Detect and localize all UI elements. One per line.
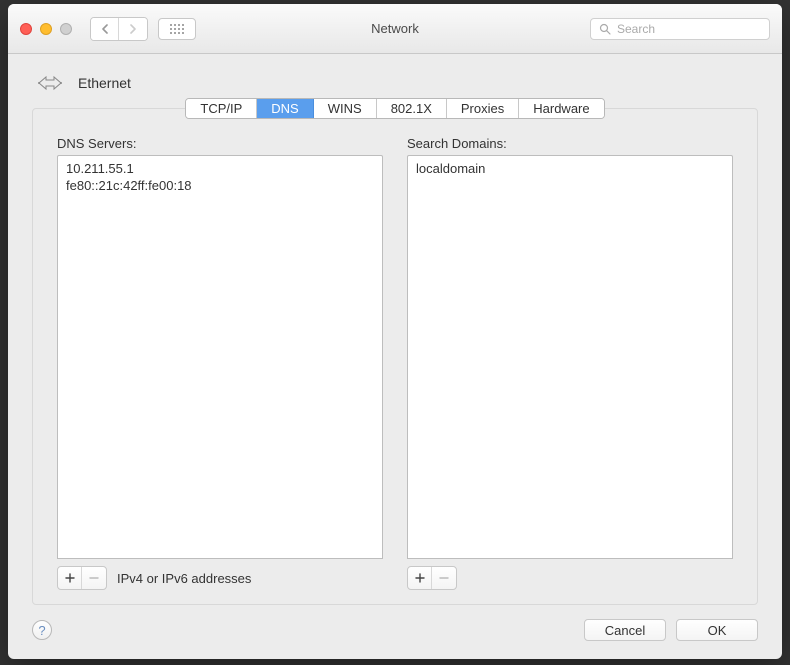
list-item[interactable]: 10.211.55.1 [66, 160, 374, 177]
dns-add-button[interactable] [58, 567, 82, 589]
tab-hardware[interactable]: Hardware [519, 99, 603, 118]
dns-remove-button [82, 567, 106, 589]
dns-servers-column: DNS Servers: 10.211.55.1 fe80::21c:42ff:… [57, 136, 383, 592]
dns-servers-listbox[interactable]: 10.211.55.1 fe80::21c:42ff:fe00:18 [57, 155, 383, 559]
dns-add-remove-row: IPv4 or IPv6 addresses [57, 564, 383, 592]
tab-dns[interactable]: DNS [257, 99, 313, 118]
search-domains-column: Search Domains: localdomain [407, 136, 733, 592]
dns-plus-minus-group [57, 566, 107, 590]
minus-icon [89, 573, 99, 583]
traffic-lights [20, 23, 72, 35]
window-title: Network [371, 21, 419, 36]
plus-icon [65, 573, 75, 583]
forward-button[interactable] [119, 18, 147, 40]
nav-back-forward [90, 17, 148, 41]
footer: ? Cancel OK [32, 605, 758, 641]
panel-body: DNS Servers: 10.211.55.1 fe80::21c:42ff:… [33, 130, 757, 604]
minimize-window-button[interactable] [40, 23, 52, 35]
interface-name: Ethernet [78, 75, 131, 91]
help-icon: ? [38, 623, 45, 638]
domains-remove-button [432, 567, 456, 589]
search-domains-label: Search Domains: [407, 136, 733, 151]
titlebar: Network Search [8, 4, 782, 54]
tab-8021x[interactable]: 802.1X [377, 99, 447, 118]
tabs-wrapper: TCP/IP DNS WINS 802.1X Proxies Hardware [33, 98, 757, 119]
domains-add-remove-row [407, 564, 733, 592]
tab-wins[interactable]: WINS [314, 99, 377, 118]
ethernet-icon [36, 72, 64, 94]
close-window-button[interactable] [20, 23, 32, 35]
dns-hint: IPv4 or IPv6 addresses [117, 571, 251, 586]
help-button[interactable]: ? [32, 620, 52, 640]
tab-tcpip[interactable]: TCP/IP [186, 99, 257, 118]
content-area: Ethernet TCP/IP DNS WINS 802.1X Proxies … [8, 54, 782, 659]
minus-icon [439, 573, 449, 583]
zoom-window-button [60, 23, 72, 35]
search-domains-listbox[interactable]: localdomain [407, 155, 733, 559]
list-item[interactable]: localdomain [416, 160, 724, 177]
tab-proxies[interactable]: Proxies [447, 99, 519, 118]
list-item[interactable]: fe80::21c:42ff:fe00:18 [66, 177, 374, 194]
tabs: TCP/IP DNS WINS 802.1X Proxies Hardware [185, 98, 604, 119]
show-all-button[interactable] [158, 18, 196, 40]
back-button[interactable] [91, 18, 119, 40]
search-field[interactable]: Search [590, 18, 770, 40]
dns-servers-label: DNS Servers: [57, 136, 383, 151]
ok-button[interactable]: OK [676, 619, 758, 641]
search-icon [599, 23, 611, 35]
network-preferences-window: Network Search Ethernet TCP/IP DNS WINS … [8, 4, 782, 659]
plus-icon [415, 573, 425, 583]
settings-panel: TCP/IP DNS WINS 802.1X Proxies Hardware … [32, 108, 758, 605]
cancel-button[interactable]: Cancel [584, 619, 666, 641]
domains-add-button[interactable] [408, 567, 432, 589]
domains-plus-minus-group [407, 566, 457, 590]
search-placeholder: Search [617, 22, 655, 36]
